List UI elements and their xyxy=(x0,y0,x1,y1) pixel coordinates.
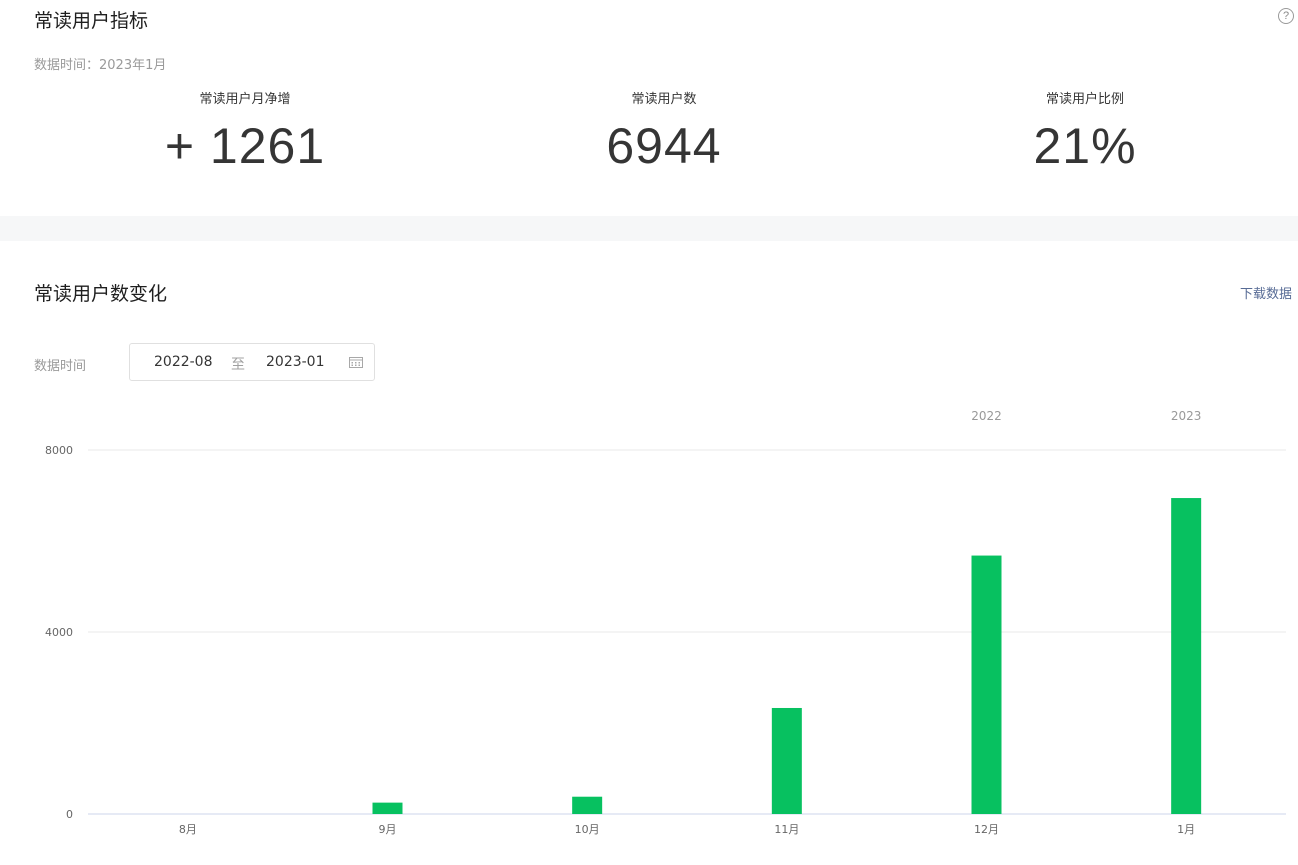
metric-value: + 1261 xyxy=(164,118,326,174)
bar xyxy=(1171,498,1202,814)
year-label: 2022 xyxy=(971,409,1002,423)
x-tick-label: 1月 xyxy=(1177,823,1195,836)
bar xyxy=(971,555,1002,814)
x-tick-label: 10月 xyxy=(575,823,600,836)
x-tick-label: 12月 xyxy=(974,823,999,836)
metric-label: 常读用户数 xyxy=(631,92,697,107)
year-label: 2023 xyxy=(1171,409,1202,423)
trend-title: 常读用户数变化 xyxy=(34,283,168,305)
bar xyxy=(771,707,802,814)
user-count-bar-chart: 0 4000 8000 8月 9月 10月 11月 12月 1月 2022 2023 xyxy=(45,409,1286,836)
bar xyxy=(372,802,403,814)
metric-user-count: 常读用户数 6944 xyxy=(514,91,814,176)
date-range-picker[interactable]: 2022-08 至 2023-01 xyxy=(129,343,375,381)
date-end-input[interactable]: 2023-01 xyxy=(266,354,325,370)
metric-net-increase: 常读用户月净增 + 1261 xyxy=(95,91,395,176)
metric-user-ratio: 常读用户比例 21% xyxy=(935,91,1235,176)
y-tick-label: 8000 xyxy=(45,444,73,457)
metric-label: 常读用户月净增 xyxy=(199,92,291,107)
metric-value: 6944 xyxy=(606,118,722,174)
bar xyxy=(572,796,603,814)
question-circle-icon[interactable]: ? xyxy=(1278,8,1294,24)
download-data-link[interactable]: 下载数据 xyxy=(1240,283,1292,302)
section-divider xyxy=(0,216,1298,241)
y-tick-label: 4000 xyxy=(45,626,73,639)
date-separator: 至 xyxy=(231,357,245,373)
calendar-icon[interactable] xyxy=(349,356,363,368)
date-start-input[interactable]: 2022-08 xyxy=(154,354,213,370)
x-tick-label: 8月 xyxy=(179,823,197,836)
x-tick-label: 9月 xyxy=(379,823,397,836)
overview-data-time: 数据时间：2023年1月 xyxy=(34,58,167,73)
overview-title: 常读用户指标 xyxy=(34,10,149,32)
metric-label: 常读用户比例 xyxy=(1045,92,1124,107)
x-tick-label: 11月 xyxy=(774,823,799,836)
y-tick-label: 0 xyxy=(66,808,73,821)
metric-value: 21% xyxy=(1033,118,1137,174)
filter-label: 数据时间 xyxy=(34,359,87,374)
overview-card: 常读用户指标 ? 数据时间：2023年1月 常读用户月净增 + 1261 常读用… xyxy=(0,0,1298,216)
